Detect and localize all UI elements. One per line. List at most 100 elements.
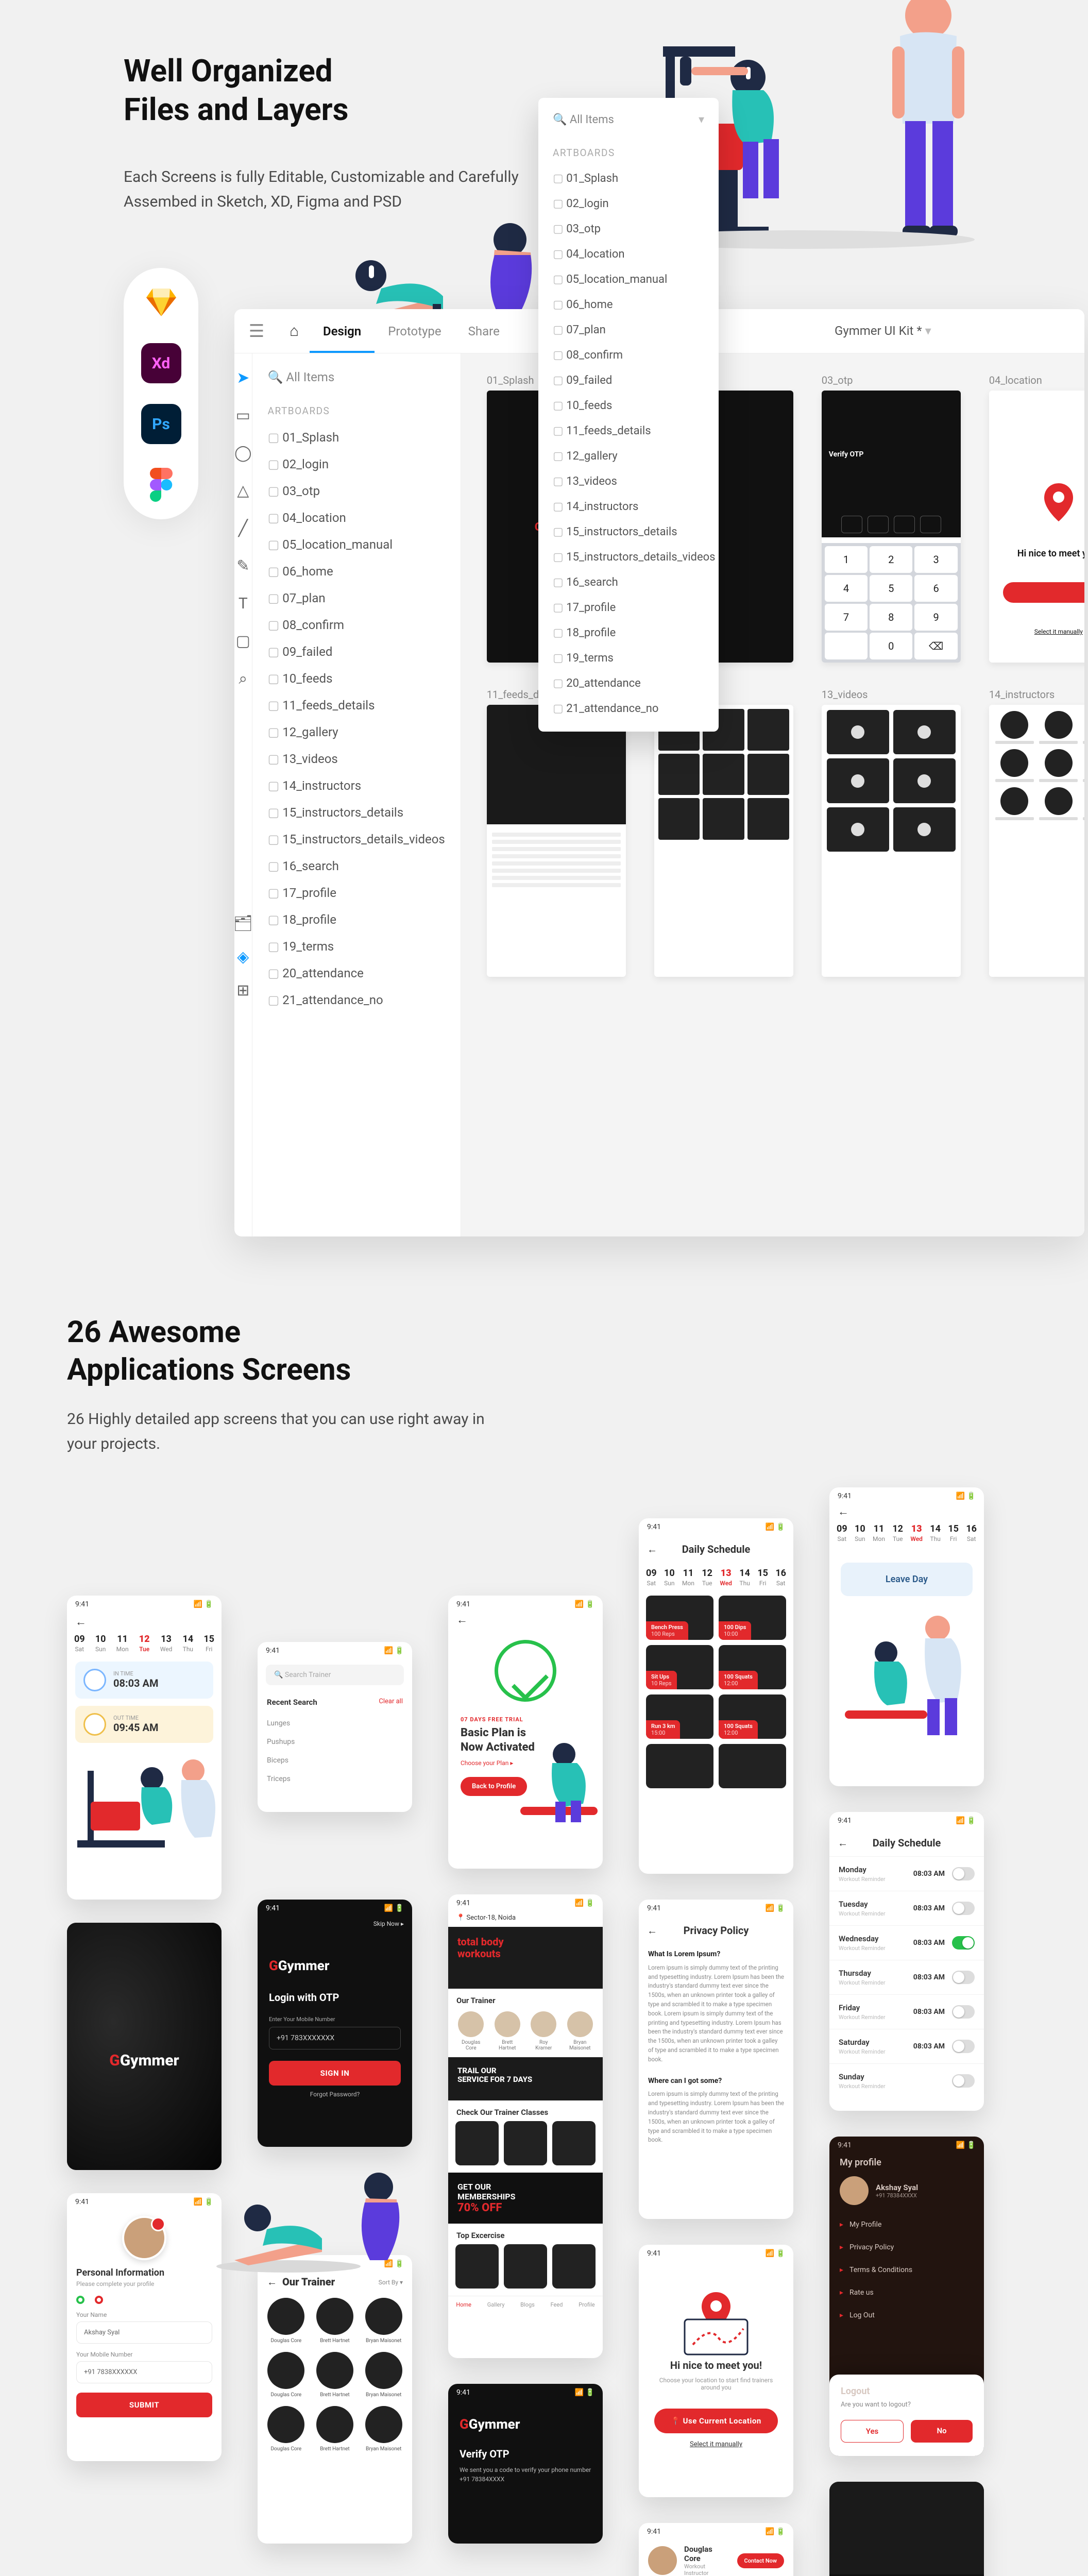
layer-item[interactable]: 21_attendance_no xyxy=(268,987,445,1013)
hamburger-icon[interactable]: ☰ xyxy=(234,321,279,342)
workout-card[interactable]: 100 Squats12:00 xyxy=(719,1694,786,1739)
profile-item[interactable]: Rate us xyxy=(829,2281,984,2304)
layer-item[interactable]: 15_instructors_details xyxy=(553,519,704,545)
layer-item[interactable]: 13_videos xyxy=(553,469,704,494)
layer-item[interactable]: 07_plan xyxy=(268,585,445,612)
artboard-frame[interactable] xyxy=(487,705,626,977)
layer-item[interactable]: 11_feeds_details xyxy=(553,418,704,444)
use-location-button[interactable]: 📍 Use Current Location xyxy=(654,2409,778,2433)
layer-item[interactable]: 20_attendance xyxy=(268,960,445,987)
layer-item[interactable]: 10_feeds xyxy=(553,393,704,418)
artboard-tool-icon[interactable]: ▢ xyxy=(236,632,250,650)
tab-item[interactable]: Feed xyxy=(551,2301,563,2308)
artboard-frame[interactable] xyxy=(654,705,793,977)
layer-item[interactable]: 01_Splash xyxy=(268,424,445,451)
avatar[interactable] xyxy=(122,2216,166,2260)
layer-item[interactable]: 15_instructors_details xyxy=(268,799,445,826)
layer-item[interactable]: 03_otp xyxy=(553,216,704,242)
layer-item[interactable]: 18_profile xyxy=(553,620,704,646)
layer-item[interactable]: 16_search xyxy=(553,570,704,595)
layer-item[interactable]: 01_Splash xyxy=(553,166,704,191)
tab-item[interactable]: Home xyxy=(456,2301,471,2308)
layer-item[interactable]: 19_terms xyxy=(553,646,704,671)
doc-title[interactable]: Gymmer UI Kit * xyxy=(835,324,931,338)
pen-tool-icon[interactable]: ✎ xyxy=(236,557,249,575)
workout-card[interactable]: Sit Ups10 Reps xyxy=(646,1645,713,1689)
layers-search[interactable]: All Items xyxy=(268,365,445,396)
text-tool-icon[interactable]: T xyxy=(239,595,248,613)
tab-item[interactable]: Blogs xyxy=(520,2301,535,2308)
profile-item[interactable]: My Profile xyxy=(829,2213,984,2236)
submit-button[interactable]: SUBMIT xyxy=(76,2393,212,2417)
layer-item[interactable]: 18_profile xyxy=(268,906,445,933)
layer-item[interactable]: 02_login xyxy=(553,191,704,216)
toggle[interactable] xyxy=(952,2074,975,2088)
layer-item[interactable]: 14_instructors xyxy=(268,772,445,799)
layer-item[interactable]: 06_home xyxy=(553,292,704,317)
layer-item[interactable]: 09_failed xyxy=(268,638,445,665)
layer-item[interactable]: 07_plan xyxy=(553,317,704,343)
layer-item[interactable]: 04_location xyxy=(553,242,704,267)
plugin-icon[interactable]: ⊞ xyxy=(236,981,249,999)
contact-button[interactable]: Contact Now xyxy=(737,2553,784,2568)
layer-item[interactable]: 17_profile xyxy=(268,879,445,906)
layer-item[interactable]: 03_otp xyxy=(268,478,445,504)
layer-item[interactable]: 02_login xyxy=(268,451,445,478)
layer-item[interactable]: 21_attendance_no xyxy=(553,696,704,721)
workout-card[interactable]: Bench Press100 Reps xyxy=(646,1596,713,1640)
search-input[interactable]: 🔍 Search Trainer xyxy=(266,1665,404,1685)
logout-yes[interactable]: Yes xyxy=(841,2420,904,2443)
ellipse-tool-icon[interactable]: ◯ xyxy=(234,444,252,462)
layer-item[interactable]: 16_search xyxy=(268,853,445,879)
workout-card[interactable]: Run 3 km15:00 xyxy=(646,1694,713,1739)
workout-card[interactable]: 100 Squats12:00 xyxy=(719,1645,786,1689)
profile-item[interactable]: Privacy Policy xyxy=(829,2236,984,2259)
tab-design[interactable]: Design xyxy=(310,324,375,338)
tab-prototype[interactable]: Prototype xyxy=(375,324,454,338)
library-icon[interactable]: 🗂 xyxy=(234,914,253,933)
layer-item[interactable]: 15_instructors_details_videos xyxy=(553,545,704,570)
home-icon[interactable]: ⌂ xyxy=(279,322,310,340)
layer-item[interactable]: 06_home xyxy=(268,558,445,585)
tab-item[interactable]: Profile xyxy=(579,2301,594,2308)
artboard-frame[interactable]: Verify OTP 1234567890⌫ xyxy=(822,391,961,663)
artboard-frame[interactable]: Hi nice to meet you! Select it manually xyxy=(989,391,1084,663)
tab-item[interactable]: Gallery xyxy=(487,2301,505,2308)
layer-item[interactable]: 10_feeds xyxy=(268,665,445,692)
layer-item[interactable]: 14_instructors xyxy=(553,494,704,519)
layer-item[interactable]: 12_gallery xyxy=(268,719,445,745)
toggle[interactable] xyxy=(952,1867,975,1880)
tab-share[interactable]: Share xyxy=(455,324,513,338)
toggle[interactable] xyxy=(952,1902,975,1915)
toggle[interactable] xyxy=(952,2005,975,2019)
logout-no[interactable]: No xyxy=(911,2420,973,2443)
artboard-frame[interactable] xyxy=(989,705,1084,977)
layer-item[interactable]: 11_feeds_details xyxy=(268,692,445,719)
skip-link[interactable]: Skip Now ▸ xyxy=(373,1920,404,1927)
profile-item[interactable]: Log Out xyxy=(829,2304,984,2327)
polygon-tool-icon[interactable]: △ xyxy=(237,482,249,500)
layer-item[interactable]: 20_attendance xyxy=(553,671,704,696)
zoom-tool-icon[interactable]: ⌕ xyxy=(239,670,247,688)
artboard-frame[interactable] xyxy=(822,705,961,977)
rect-tool-icon[interactable]: ▭ xyxy=(236,406,250,425)
mobile-field[interactable]: +91 7838XXXXXX xyxy=(76,2361,212,2383)
layer-item[interactable]: 12_gallery xyxy=(553,444,704,469)
layer-item[interactable]: 04_location xyxy=(268,504,445,531)
signin-button[interactable]: SIGN IN xyxy=(269,2061,401,2086)
layer-item[interactable]: 13_videos xyxy=(268,745,445,772)
layer-item[interactable]: 08_confirm xyxy=(268,612,445,638)
popout-search[interactable]: All Items xyxy=(553,108,704,138)
layer-item[interactable]: 15_instructors_details_videos xyxy=(268,826,445,853)
hero-banner[interactable]: total body workouts xyxy=(448,1927,603,1989)
move-tool-icon[interactable]: ➤ xyxy=(236,369,249,387)
layer-item[interactable]: 08_confirm xyxy=(553,343,704,368)
layer-item[interactable]: 05_location_manual xyxy=(553,267,704,292)
manual-link[interactable]: Select it manually xyxy=(639,2441,793,2448)
forgot-link[interactable]: Forgot Password? xyxy=(269,2091,401,2098)
clear-all[interactable]: Clear all xyxy=(379,1698,403,1707)
layer-item[interactable]: 05_location_manual xyxy=(268,531,445,558)
profile-item[interactable]: Terms & Conditions xyxy=(829,2259,984,2281)
phone-input[interactable]: +91 783XXXXXXX xyxy=(269,2027,401,2049)
workout-card[interactable]: 100 Dips10:00 xyxy=(719,1596,786,1640)
